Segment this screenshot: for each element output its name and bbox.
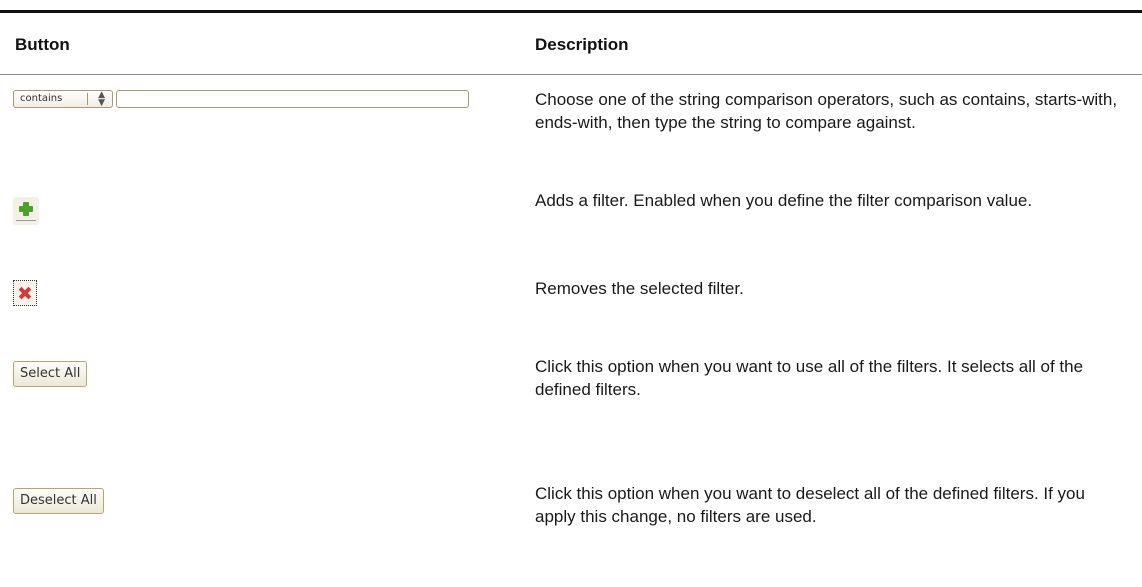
- add-filter-icon[interactable]: [13, 197, 39, 225]
- button-description-table: Button Description contains ▲ ▼ Choose on…: [0, 10, 1142, 526]
- row-description: Click this option when you want to use a…: [535, 357, 1084, 399]
- row-description: Choose one of the string comparison oper…: [535, 90, 1118, 132]
- select-separator: [87, 93, 88, 105]
- filter-input-widget: contains ▲ ▼: [13, 90, 469, 108]
- table-header-row: Button Description: [0, 13, 1142, 75]
- comparison-string-input[interactable]: [116, 90, 469, 108]
- deselect-all-button[interactable]: Deselect All: [13, 488, 104, 514]
- operator-select[interactable]: contains ▲ ▼: [13, 90, 113, 108]
- remove-filter-icon[interactable]: ✖: [13, 280, 37, 306]
- operator-select-value: contains: [20, 93, 63, 104]
- select-all-button[interactable]: Select All: [13, 361, 88, 387]
- row-description: Click this option when you want to desel…: [535, 484, 1085, 526]
- row-description: Adds a filter. Enabled when you define t…: [535, 191, 1033, 210]
- header-description: Description: [535, 35, 629, 54]
- select-arrows-icon: ▲ ▼: [98, 90, 105, 108]
- row-description: Removes the selected filter.: [535, 279, 744, 298]
- header-button: Button: [15, 35, 70, 54]
